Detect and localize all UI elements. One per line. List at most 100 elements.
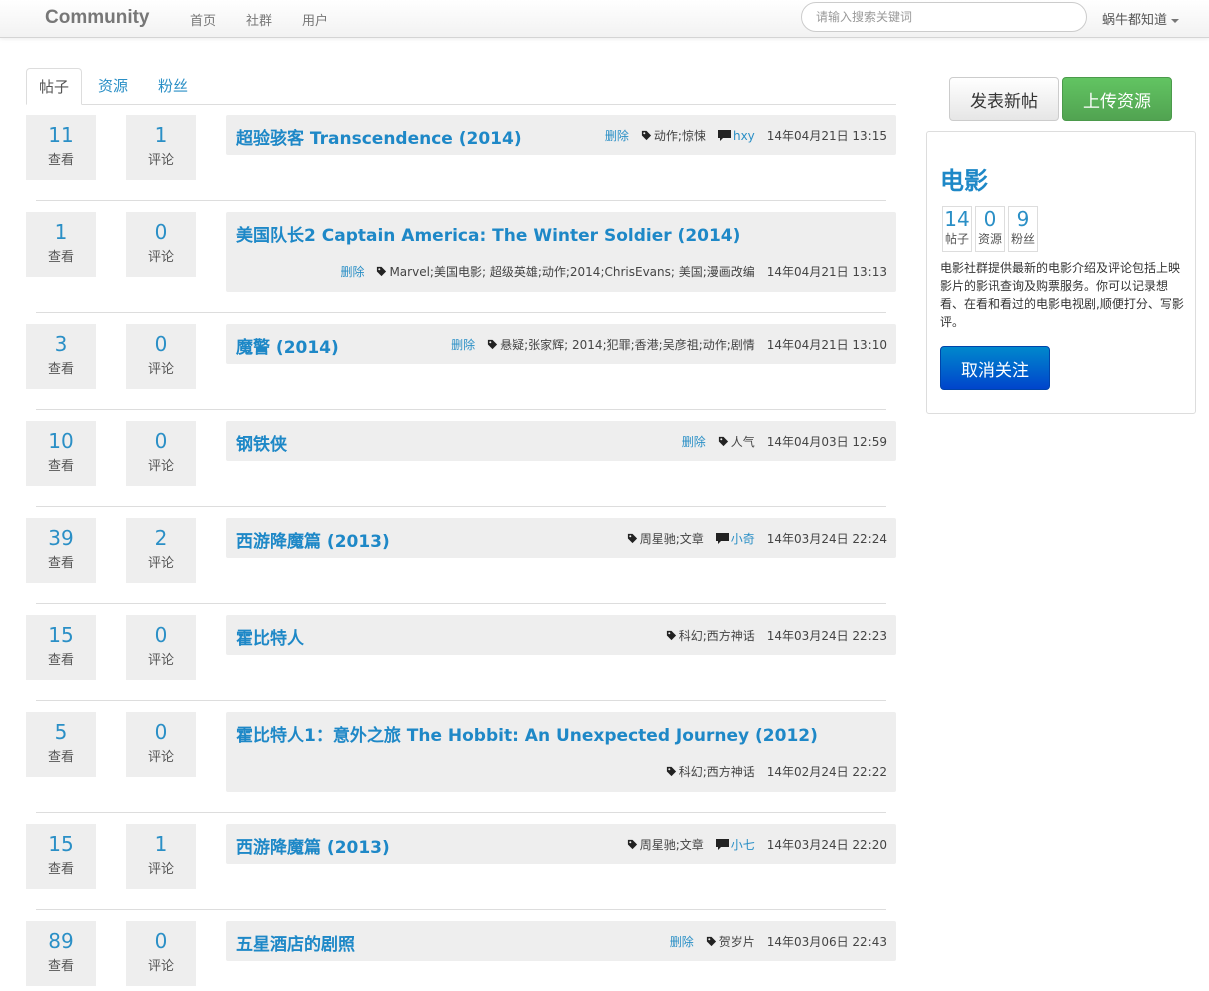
- caret-down-icon: [1171, 18, 1180, 23]
- nav-users[interactable]: 用户: [302, 10, 328, 29]
- tab-fans[interactable]: 粉丝: [146, 68, 200, 105]
- views-counter: 89 查看: [26, 921, 96, 986]
- stat-label: 帖子: [944, 232, 969, 246]
- views-label: 查看: [47, 362, 74, 377]
- brand-logo[interactable]: Community: [45, 7, 150, 29]
- views-counter: 5 查看: [26, 712, 96, 777]
- post-row: 1 查看 0 评论 美国队长2 Captain America: The Winter …: [26, 212, 896, 292]
- delete-link[interactable]: 删除: [670, 935, 694, 949]
- post-title[interactable]: 西游降魔篇 (2013): [236, 527, 390, 552]
- views-label: 查看: [47, 250, 74, 265]
- views-counter: 11 查看: [26, 115, 96, 180]
- tags-text: 贺岁片: [718, 935, 755, 949]
- comments-count: 0: [154, 332, 168, 356]
- comments-counter: 0 评论: [126, 212, 196, 277]
- stat-posts[interactable]: 14 帖子: [942, 206, 972, 252]
- tab-posts[interactable]: 帖子: [26, 68, 83, 105]
- delete-link[interactable]: 删除: [340, 265, 364, 279]
- views-count: 1: [54, 220, 68, 244]
- content-tabs: 帖子 资源 粉丝: [26, 68, 896, 105]
- post-divider: [36, 506, 886, 507]
- tag-icon: [718, 435, 731, 449]
- post-divider: [36, 700, 886, 701]
- comments-label: 评论: [147, 250, 174, 265]
- tags-text: 周星驰;文章: [639, 532, 704, 546]
- comments-count: 0: [154, 623, 168, 647]
- delete-link[interactable]: 删除: [605, 129, 629, 143]
- post-title[interactable]: 西游降魔篇 (2013): [236, 833, 390, 858]
- post-body: 霍比特人1：意外之旅 The Hobbit: An Unexpected Jou…: [226, 712, 896, 792]
- stat-resources[interactable]: 0 资源: [975, 206, 1005, 252]
- post-meta: 周星驰;文章 小七 14年03月24日 22:20: [627, 836, 887, 853]
- stat-label: 粉丝: [1010, 232, 1035, 246]
- comments-label: 评论: [147, 459, 174, 474]
- author-link[interactable]: hxy: [733, 129, 755, 143]
- views-counter: 39 查看: [26, 518, 96, 583]
- views-counter: 15 查看: [26, 615, 96, 680]
- tags-text: 科幻;西方神话: [678, 629, 755, 643]
- delete-link[interactable]: 删除: [682, 435, 706, 449]
- nav-communities[interactable]: 社群: [246, 10, 272, 29]
- post-title[interactable]: 霍比特人1：意外之旅 The Hobbit: An Unexpected Jou…: [236, 721, 818, 746]
- views-label: 查看: [47, 556, 74, 571]
- tag-icon: [641, 129, 654, 143]
- comments-label: 评论: [147, 862, 174, 877]
- stat-fans[interactable]: 9 粉丝: [1008, 206, 1038, 252]
- post-time: 14年04月21日 13:13: [766, 265, 887, 279]
- views-count: 15: [48, 832, 74, 856]
- upload-resource-button[interactable]: 上传资源: [1062, 77, 1172, 121]
- tags-text: 动作;惊悚: [653, 129, 706, 143]
- post-title[interactable]: 美国队长2 Captain America: The Winter Soldie…: [236, 221, 740, 246]
- tag-icon: [627, 838, 640, 852]
- post-tags: 贺岁片: [706, 935, 755, 949]
- comments-counter: 0 评论: [126, 324, 196, 389]
- post-row: 39 查看 2 评论 西游降魔篇 (2013) 周星驰;文章 小奇 14年03月24日 22:…: [26, 518, 896, 588]
- views-counter: 15 查看: [26, 824, 96, 889]
- comments-count: 2: [154, 526, 168, 550]
- comments-label: 评论: [147, 653, 174, 668]
- stat-value: 9: [1016, 207, 1030, 231]
- post-divider: [36, 409, 886, 410]
- comments-label: 评论: [147, 556, 174, 571]
- new-post-button[interactable]: 发表新帖: [949, 77, 1059, 121]
- post-time: 14年03月06日 22:43: [766, 935, 887, 949]
- user-menu[interactable]: 蜗牛都知道: [1102, 9, 1180, 28]
- tab-resources[interactable]: 资源: [86, 68, 140, 105]
- post-tags: Marvel;美国电影; 超级英雄;动作;2014;ChrisEvans; 美国…: [376, 265, 755, 279]
- comments-counter: 1 评论: [126, 115, 196, 180]
- post-title[interactable]: 超验骇客 Transcendence (2014): [236, 124, 522, 149]
- post-title[interactable]: 魔警 (2014): [236, 333, 339, 358]
- comment-icon: [715, 838, 731, 852]
- post-title[interactable]: 钢铁侠: [236, 430, 287, 455]
- post-title[interactable]: 霍比特人: [236, 624, 304, 649]
- post-meta: 删除 Marvel;美国电影; 超级英雄;动作;2014;ChrisEvans; …: [340, 263, 887, 280]
- post-tags: 悬疑;张家辉; 2014;犯罪;香港;吴彦祖;动作;剧情: [487, 338, 755, 352]
- post-row: 11 查看 1 评论 超验骇客 Transcendence (2014) 删除 动作;惊悚 h…: [26, 115, 896, 185]
- views-label: 查看: [47, 459, 74, 474]
- author-link[interactable]: 小七: [731, 838, 755, 852]
- comments-counter: 0 评论: [126, 615, 196, 680]
- views-count: 15: [48, 623, 74, 647]
- tag-icon: [666, 629, 679, 643]
- post-body: 西游降魔篇 (2013) 周星驰;文章 小奇 14年03月24日 22:24: [226, 518, 896, 558]
- post-divider: [36, 200, 886, 201]
- post-meta: 科幻;西方神话 14年02月24日 22:22: [666, 763, 887, 780]
- views-label: 查看: [47, 153, 74, 168]
- tags-text: 悬疑;张家辉; 2014;犯罪;香港;吴彦祖;动作;剧情: [500, 338, 755, 352]
- post-tags: 科幻;西方神话: [666, 765, 755, 779]
- post-body: 超验骇客 Transcendence (2014) 删除 动作;惊悚 hxy 14年04…: [226, 115, 896, 155]
- community-card: 电影 14 帖子 0 资源 9 粉丝 电影社群提供最新的电影介绍及评论包括上映影…: [926, 131, 1196, 414]
- comments-count: 0: [154, 929, 168, 953]
- nav-home[interactable]: 首页: [190, 10, 216, 29]
- post-meta: 周星驰;文章 小奇 14年03月24日 22:24: [627, 530, 887, 547]
- tag-icon: [487, 338, 500, 352]
- author-link[interactable]: 小奇: [731, 532, 755, 546]
- views-count: 11: [48, 123, 74, 147]
- post-row: 5 查看 0 评论 霍比特人1：意外之旅 The Hobbit: An Unexpect…: [26, 712, 896, 792]
- delete-link[interactable]: 删除: [451, 338, 475, 352]
- post-body: 钢铁侠 删除 人气 14年04月03日 12:59: [226, 421, 896, 461]
- views-count: 3: [54, 332, 68, 356]
- unfollow-button[interactable]: 取消关注: [940, 346, 1050, 390]
- search-input[interactable]: [801, 2, 1087, 32]
- comments-counter: 1 评论: [126, 824, 196, 889]
